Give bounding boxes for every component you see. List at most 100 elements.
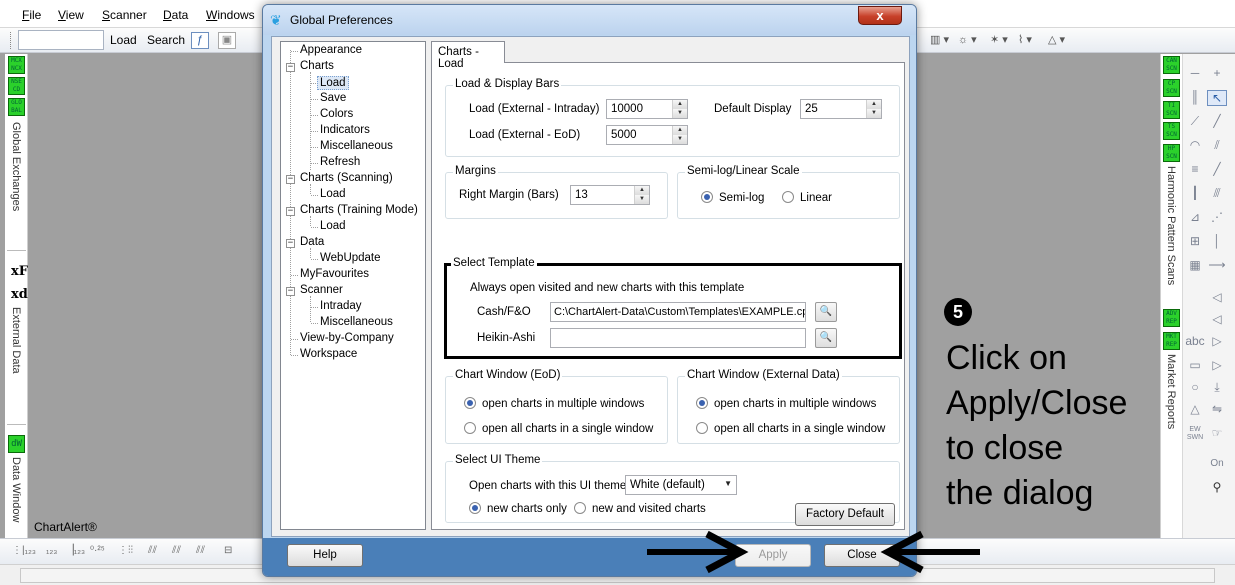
bottom-grip[interactable]: ⋮ (12, 545, 22, 556)
cycles-icon[interactable]: ┃ (1185, 186, 1205, 200)
horizontal-line-icon[interactable]: ─ (1185, 66, 1205, 80)
tree-item-charts-load[interactable]: Load (317, 76, 349, 90)
hand-icon[interactable]: ☞ (1207, 426, 1227, 440)
stepper-down-icon[interactable]: ▼ (635, 195, 649, 204)
eod-single-window-radio[interactable]: open all charts in a single window (464, 422, 653, 435)
tree-item-scanner-intraday[interactable]: Intraday (320, 300, 362, 312)
tree-item-scanner[interactable]: Scanner (300, 284, 343, 296)
ext-multiple-windows-radio[interactable]: open charts in multiple windows (696, 397, 876, 410)
browse-heikin-template-button[interactable]: 🔍 (815, 328, 837, 348)
tree-expander-charts[interactable]: − (286, 63, 295, 72)
menu-data[interactable]: Data (163, 8, 188, 22)
swing-icon[interactable]: ⇋ (1207, 402, 1227, 416)
chart-type-5-icon[interactable]: ⊟ (224, 545, 232, 556)
arrow-diag-icon[interactable]: ◁ (1207, 312, 1227, 326)
default-display-stepper[interactable]: 25 ▲ ▼ (800, 99, 882, 119)
grid-icon[interactable]: ⊞ (1185, 234, 1205, 248)
tree-item-view-by-company[interactable]: View-by-Company (300, 332, 394, 344)
rectangle-icon[interactable]: ▭ (1185, 358, 1205, 372)
mkt-rep-badge[interactable]: MKT REP (1163, 332, 1180, 350)
data-window-badge[interactable]: dW (8, 435, 25, 453)
theme-new-only-radio[interactable]: new charts only (469, 502, 567, 515)
chart-type-3-icon[interactable]: ⫽⫽ (172, 545, 181, 556)
can-scn-badge[interactable]: CAN SCN (1163, 56, 1180, 74)
crosshair-icon[interactable]: + (1207, 66, 1227, 80)
retracement-icon[interactable]: ≡ (1185, 162, 1205, 176)
triangle-icon[interactable]: △ (1185, 402, 1205, 416)
save-icon[interactable]: ▣ (218, 32, 236, 49)
toolbar-grip[interactable] (10, 32, 13, 49)
menu-view[interactable]: View (58, 8, 84, 22)
gann-fan-icon[interactable]: ⊿ (1185, 210, 1205, 224)
cash-fo-template-path[interactable]: C:\ChartAlert-Data\Custom\Templates\EXAM… (550, 302, 806, 322)
text-tool-icon[interactable]: abc (1185, 334, 1205, 348)
eod-bars-stepper[interactable]: 5000 ▲ ▼ (606, 125, 688, 145)
mcx-ncx-badge[interactable]: MCX NCX (8, 56, 25, 74)
tree-item-charts-save[interactable]: Save (320, 92, 346, 104)
external-data-label[interactable]: External Data (10, 307, 22, 374)
tree-item-charts-scanning[interactable]: Charts (Scanning) (300, 172, 393, 184)
chart-type-1-icon[interactable]: ⫶⫶ (128, 545, 133, 556)
on-toggle[interactable]: On (1207, 458, 1227, 469)
stepper-down-icon[interactable]: ▼ (673, 109, 687, 118)
tree-item-scanner-miscellaneous[interactable]: Miscellaneous (320, 316, 393, 328)
arrow-left-icon[interactable]: ◁ (1207, 290, 1227, 304)
tab-charts-load[interactable]: Charts - Load (431, 41, 505, 70)
fan-icon[interactable]: ⟋ (1185, 114, 1205, 129)
period-3-icon[interactable]: ▕₁₂₃ (66, 545, 85, 556)
period-4-icon[interactable]: ⁰·²⁵ (90, 545, 105, 556)
nse-cd-badge[interactable]: NSE CD (8, 77, 25, 95)
eod-multiple-windows-radio[interactable]: open charts in multiple windows (464, 397, 644, 410)
ti-scn-badge[interactable]: TI SCN (1163, 101, 1180, 119)
arc-icon[interactable]: ◠ (1185, 138, 1205, 152)
tree-item-training-load[interactable]: Load (320, 220, 346, 232)
adv-rep-badge[interactable]: ADV REP (1163, 309, 1180, 327)
speed-lines-icon[interactable]: ⋰ (1207, 210, 1227, 224)
channel-icon[interactable]: ⫽ (1207, 138, 1227, 153)
parallel-icon[interactable]: ⫻ (1207, 186, 1227, 201)
linear-radio[interactable]: Linear (782, 191, 832, 204)
tree-item-myfavourites[interactable]: MyFavourites (300, 268, 369, 280)
pattern-icon[interactable]: ⌇ ▾ (1018, 33, 1032, 46)
load-button[interactable]: Load (110, 33, 137, 47)
menu-scanner[interactable]: Scanner (102, 8, 147, 22)
arrow-right-icon[interactable]: ▷ (1207, 334, 1227, 348)
stepper-up-icon[interactable]: ▲ (673, 126, 687, 135)
search-button[interactable]: Search (147, 33, 185, 47)
ui-theme-select[interactable]: White (default) ▼ (625, 475, 737, 495)
signal-icon[interactable]: ☼ ▾ (958, 33, 977, 46)
tree-expander-scanner[interactable]: − (286, 287, 295, 296)
cp-scn-badge[interactable]: CP SCN (1163, 79, 1180, 97)
extend-line-icon[interactable]: ⟶ (1207, 258, 1227, 272)
stepper-up-icon[interactable]: ▲ (867, 100, 881, 109)
ts-scn-badge[interactable]: TS SCN (1163, 122, 1180, 140)
box-icon[interactable]: ▦ (1185, 258, 1205, 272)
tree-item-data[interactable]: Data (300, 236, 324, 248)
tree-item-charts[interactable]: Charts (300, 60, 334, 72)
stepper-down-icon[interactable]: ▼ (867, 109, 881, 118)
theme-new-visited-radio[interactable]: new and visited charts (574, 502, 706, 515)
period-1-icon[interactable]: |₁₂₃ (22, 545, 36, 556)
global-badge[interactable]: GLO BAL (8, 98, 25, 116)
tree-item-webupdate[interactable]: WebUpdate (320, 252, 381, 264)
external-d-icon[interactable]: xd (11, 287, 28, 302)
market-reports-label[interactable]: Market Reports (1165, 354, 1177, 429)
dialog-titlebar[interactable]: ❦ Global Preferences x (263, 5, 916, 35)
formula-icon[interactable]: ƒ (191, 32, 209, 49)
semilog-radio[interactable]: Semi-log (701, 191, 764, 204)
menu-file[interactable]: File (22, 8, 41, 22)
ellipse-icon[interactable]: ○ (1185, 380, 1205, 394)
tree-expander-charts-scanning[interactable]: − (286, 175, 295, 184)
arrow-right-alt-icon[interactable]: ▷ (1207, 358, 1227, 372)
tree-item-charts-miscellaneous[interactable]: Miscellaneous (320, 140, 393, 152)
stepper-down-icon[interactable]: ▼ (673, 135, 687, 144)
tree-expander-data[interactable]: − (286, 239, 295, 248)
tree-item-scanning-load[interactable]: Load (320, 188, 346, 200)
ray-icon[interactable]: ╱ (1207, 162, 1227, 176)
tree-item-charts-indicators[interactable]: Indicators (320, 124, 370, 136)
tree-item-appearance[interactable]: Appearance (300, 44, 362, 56)
preferences-tree[interactable]: − − − − − Appearance Charts Load Save Co… (280, 41, 426, 530)
indicator-icon[interactable]: ▥ ▾ (930, 33, 949, 46)
arrow-down-right-icon[interactable]: ⤓ (1207, 380, 1227, 395)
heikin-ashi-template-path[interactable] (550, 328, 806, 348)
